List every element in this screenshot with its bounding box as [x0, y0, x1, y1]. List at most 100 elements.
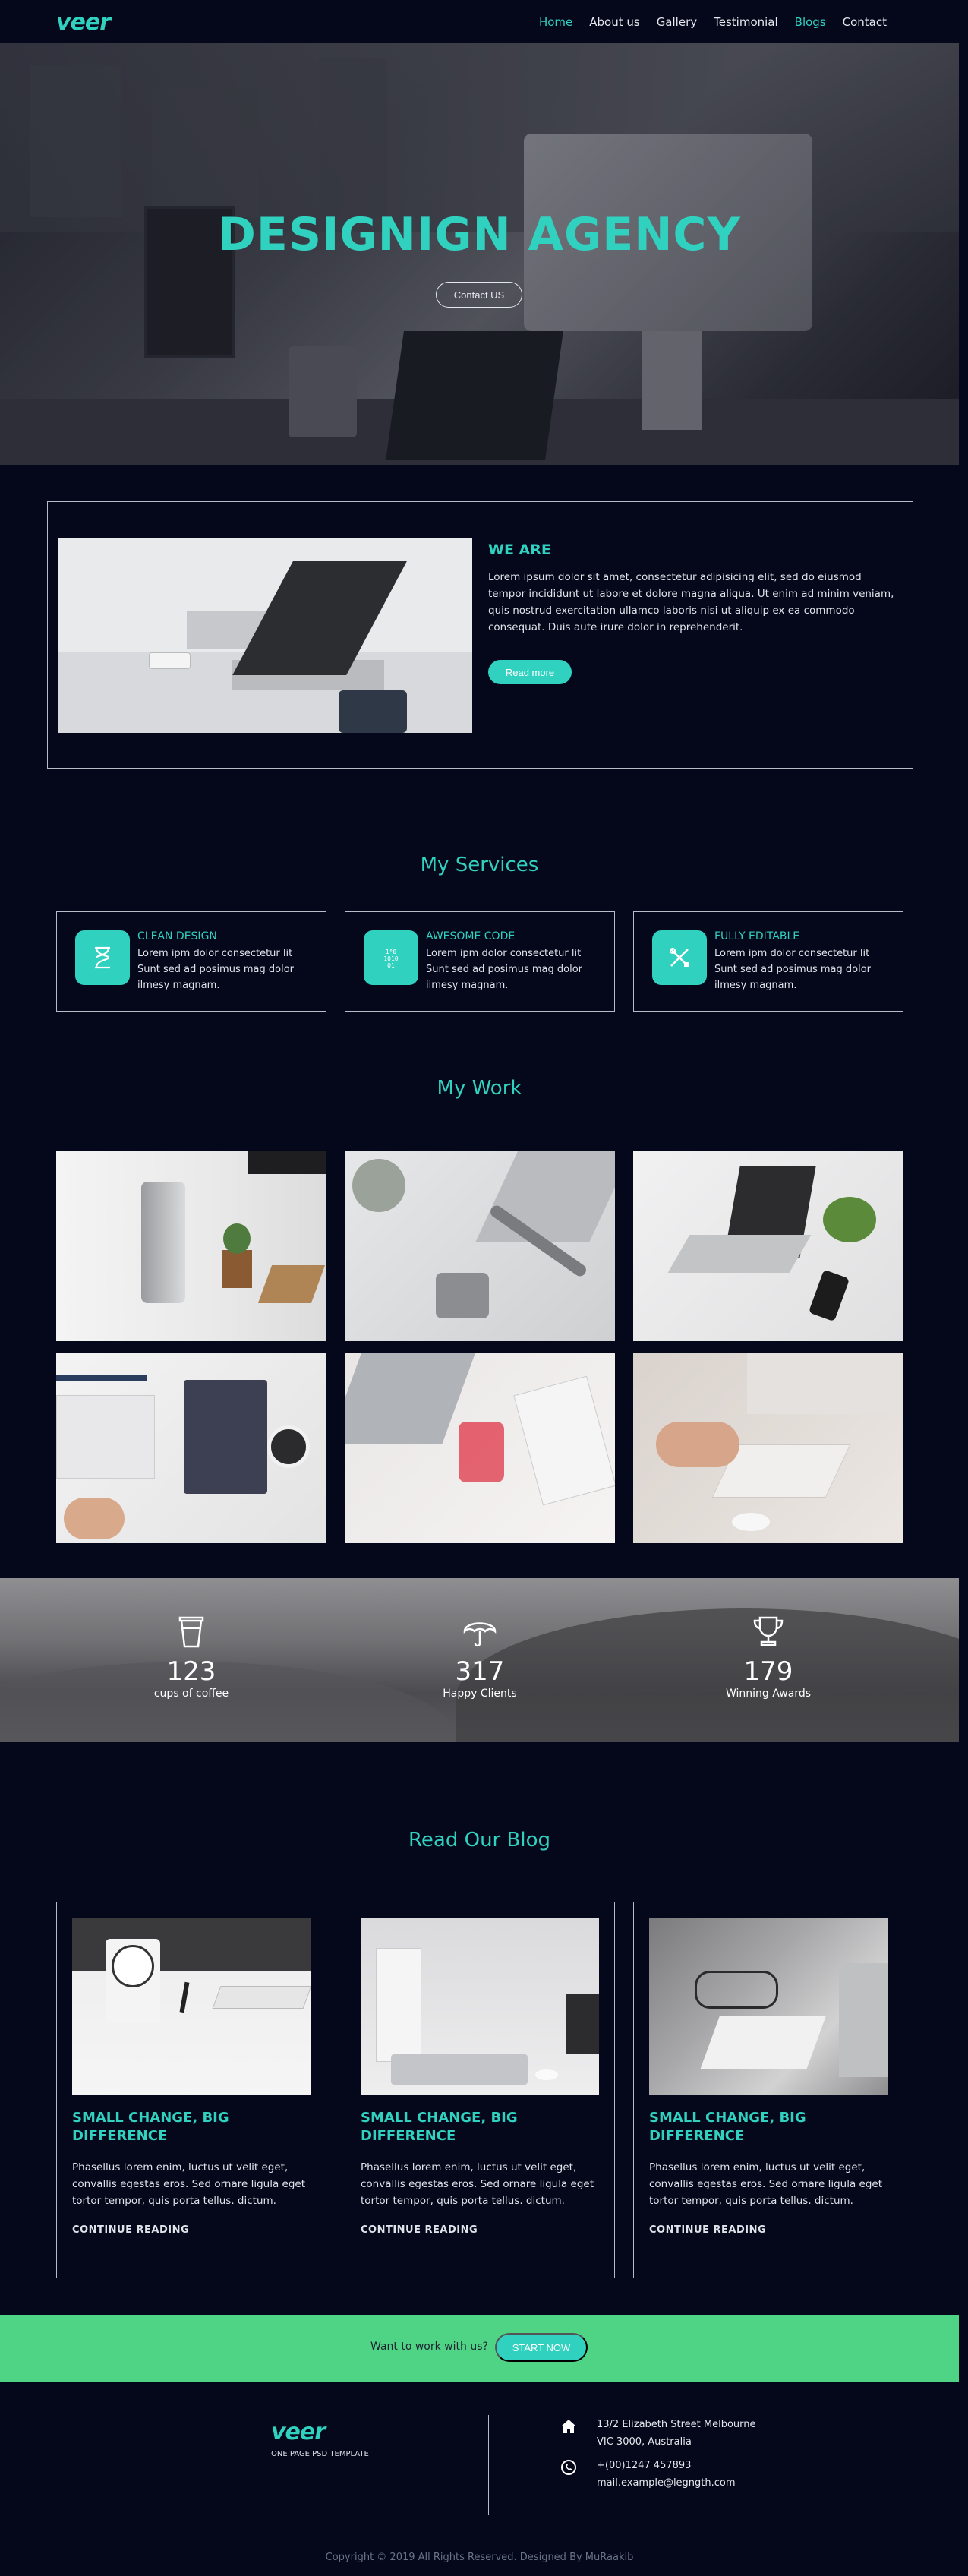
page: veer Home About us Gallery Testimonial B…	[0, 0, 968, 2576]
blog-image[interactable]	[72, 1918, 311, 2095]
umbrella-icon	[404, 1615, 556, 1656]
hero-title: DESIGNIGN AGENCY	[218, 208, 741, 261]
monitor	[747, 1353, 903, 1414]
stat-number: 123	[166, 1656, 216, 1687]
laptop-keyboard	[667, 1235, 812, 1273]
binary-code-icon: 1°0 1010 01	[364, 930, 418, 985]
stat-label: Happy Clients	[443, 1687, 517, 1700]
stat-number: 317	[455, 1656, 505, 1687]
footer-tagline: ONE PAGE PSD TEMPLATE	[271, 2450, 369, 2458]
home-icon	[560, 2418, 578, 2436]
stat-item: 317 Happy Clients	[404, 1615, 556, 1700]
nav-link-contact[interactable]: Contact	[843, 15, 887, 29]
nav-link-about[interactable]: About us	[589, 15, 639, 29]
stats-banner: 123 cups of coffee 317 Happy Clients 179…	[0, 1578, 959, 1742]
clock	[112, 1945, 154, 1987]
stat-item: 179 Winning Awards	[692, 1615, 844, 1700]
brand-logo[interactable]: veer	[56, 9, 111, 36]
trophy-icon	[692, 1615, 844, 1656]
footer-email[interactable]: mail.example@legngth.com	[597, 2475, 736, 2492]
start-now-button[interactable]: START NOW	[495, 2333, 588, 2362]
svg-text:01: 01	[387, 962, 395, 968]
about-section: WE ARE Lorem ipsum dolor sit amet, conse…	[47, 501, 913, 769]
nav-menu: Home About us Gallery Testimonial Blogs …	[539, 15, 887, 29]
hero-banner: DESIGNIGN AGENCY Contact US	[0, 43, 959, 465]
hourglass-icon	[75, 930, 130, 985]
blog-card: SMALL CHANGE, BIG DIFFERENCE Phasellus l…	[345, 1902, 615, 2278]
contact-us-button[interactable]: Contact US	[436, 282, 522, 308]
continue-reading-link[interactable]: CONTINUE READING	[361, 2224, 478, 2236]
blog-card: SMALL CHANGE, BIG DIFFERENCE Phasellus l…	[633, 1902, 903, 2278]
eyeglasses	[695, 1971, 778, 2009]
service-text: Lorem ipm dolor consectetur lit Sunt sed…	[714, 948, 871, 991]
work-image[interactable]	[633, 1151, 903, 1341]
work-image[interactable]	[345, 1151, 615, 1341]
smartphone	[436, 1273, 489, 1318]
blog-post-title[interactable]: SMALL CHANGE, BIG DIFFERENCE	[649, 2109, 889, 2145]
coffee-cup	[267, 1425, 310, 1468]
paper-sheet	[700, 2016, 826, 2069]
smartphone	[808, 1269, 850, 1322]
blog-image[interactable]	[361, 1918, 599, 2095]
work-image[interactable]	[345, 1353, 615, 1543]
tools-icon	[652, 930, 707, 985]
footer-address-line1: 13/2 Elizabeth Street Melbourne	[597, 2419, 756, 2430]
hand	[64, 1498, 125, 1539]
mouse	[732, 1513, 770, 1531]
work-image[interactable]	[56, 1151, 326, 1341]
mouse	[535, 2069, 558, 2080]
plant-pot	[222, 1250, 252, 1288]
services-title: My Services	[420, 854, 539, 876]
laptop	[839, 1963, 888, 2077]
nav-link-blogs[interactable]: Blogs	[795, 15, 826, 29]
about-title: WE ARE	[488, 541, 551, 558]
blog-post-title[interactable]: SMALL CHANGE, BIG DIFFERENCE	[72, 2109, 312, 2145]
work-image[interactable]	[633, 1353, 903, 1543]
service-title: AWESOME CODE	[426, 930, 516, 942]
nav-link-gallery[interactable]: Gallery	[657, 15, 697, 29]
nav-link-testimonial[interactable]: Testimonial	[714, 15, 778, 29]
wooden-block	[257, 1265, 326, 1303]
pen	[179, 1981, 190, 2013]
read-more-button[interactable]: Read more	[488, 660, 572, 684]
continue-reading-link[interactable]: CONTINUE READING	[72, 2224, 189, 2236]
blog-image[interactable]	[649, 1918, 888, 2095]
phone-icon	[560, 2459, 578, 2477]
notebook	[184, 1380, 267, 1494]
blog-card: SMALL CHANGE, BIG DIFFERENCE Phasellus l…	[56, 1902, 326, 2278]
footer-logo[interactable]: veer	[271, 2419, 326, 2445]
calendar	[566, 1994, 599, 2054]
cta-text: Want to work with us?	[370, 2341, 488, 2353]
work-image[interactable]	[56, 1353, 326, 1543]
plant	[352, 1159, 405, 1212]
smartphone	[149, 652, 191, 669]
nav-link-home[interactable]: Home	[539, 15, 572, 29]
blog-post-excerpt: Phasellus lorem enim, luctus ut velit eg…	[649, 2161, 883, 2207]
stat-label: Winning Awards	[726, 1687, 811, 1700]
blog-title: Read Our Blog	[408, 1829, 550, 1852]
footer-address-line2: VIC 3000, Australia	[597, 2436, 692, 2448]
service-text: Lorem ipm dolor consectetur lit Sunt sed…	[137, 948, 294, 991]
service-title: FULLY EDITABLE	[714, 930, 800, 942]
hands	[656, 1422, 739, 1467]
continue-reading-link[interactable]: CONTINUE READING	[649, 2224, 766, 2236]
blog-post-excerpt: Phasellus lorem enim, luctus ut velit eg…	[361, 2161, 594, 2207]
svg-text:1010: 1010	[383, 955, 398, 962]
laptop	[475, 1151, 615, 1242]
drink-jar	[459, 1422, 504, 1482]
keyboard	[56, 1395, 155, 1479]
footer-phone[interactable]: +(00)1247 457893	[597, 2458, 691, 2474]
mug	[339, 690, 407, 733]
stat-label: cups of coffee	[153, 1687, 229, 1700]
service-card: CLEAN DESIGN Lorem ipm dolor consectetur…	[56, 911, 326, 1012]
plant	[823, 1197, 876, 1242]
monitor-edge	[248, 1151, 326, 1174]
copyright-text: Copyright © 2019 All Rights Reserved. De…	[325, 2552, 634, 2563]
plant	[223, 1223, 251, 1254]
service-title: CLEAN DESIGN	[137, 930, 217, 942]
about-image	[58, 538, 472, 733]
footer-divider	[488, 2415, 489, 2515]
coffee-cup-icon	[115, 1615, 267, 1656]
about-text: Lorem ipsum dolor sit amet, consectetur …	[488, 571, 894, 633]
blog-post-title[interactable]: SMALL CHANGE, BIG DIFFERENCE	[361, 2109, 601, 2145]
